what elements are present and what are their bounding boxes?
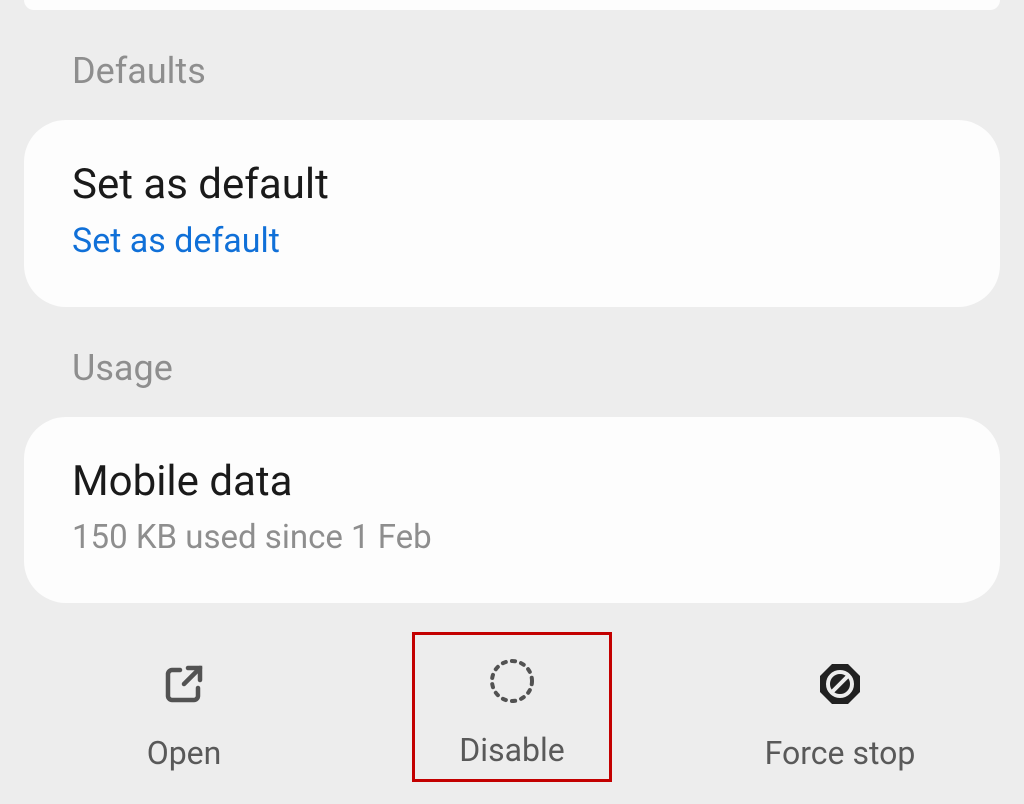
bottom-action-bar: Open Disable Force stop (0, 632, 1024, 782)
disable-button[interactable]: Disable (412, 632, 612, 782)
mobile-data-title: Mobile data (72, 457, 952, 506)
settings-content: Defaults Set as default Set as default U… (0, 0, 1024, 603)
defaults-section-header: Defaults (24, 10, 1000, 120)
disable-icon (486, 655, 538, 707)
open-icon (158, 658, 210, 710)
mobile-data-subtitle: 150 KB used since 1 Feb (72, 518, 952, 557)
force-stop-icon (814, 658, 866, 710)
set-as-default-card[interactable]: Set as default Set as default (24, 120, 1000, 307)
mobile-data-card[interactable]: Mobile data 150 KB used since 1 Feb (24, 417, 1000, 603)
force-stop-button[interactable]: Force stop (740, 642, 940, 782)
disable-label: Disable (459, 731, 564, 769)
set-as-default-title: Set as default (72, 160, 952, 209)
previous-card-tail (24, 0, 1000, 10)
open-label: Open (147, 734, 222, 772)
usage-section-header: Usage (24, 307, 1000, 417)
force-stop-label: Force stop (765, 734, 916, 772)
open-button[interactable]: Open (84, 642, 284, 782)
set-as-default-link[interactable]: Set as default (72, 221, 952, 261)
